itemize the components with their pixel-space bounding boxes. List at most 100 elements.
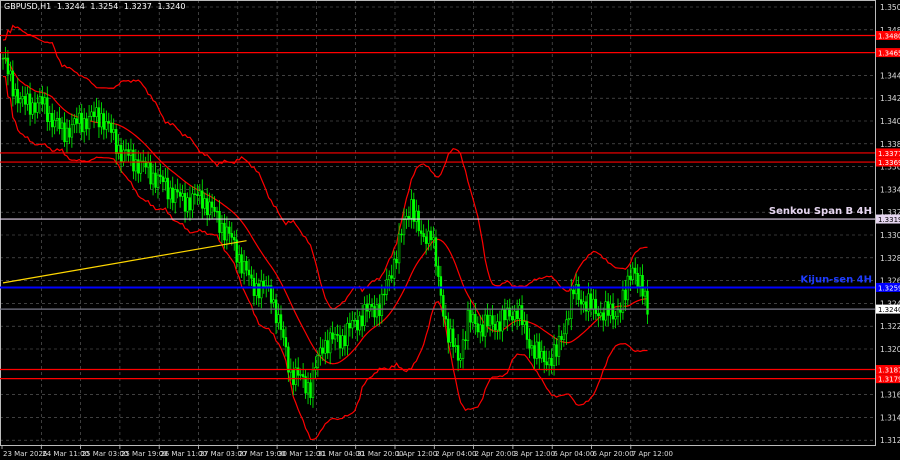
candle-body <box>326 340 329 354</box>
candle-body <box>166 177 170 200</box>
y-tick-label: 1.3505 <box>880 3 900 12</box>
candle-body <box>474 314 477 325</box>
candle-body <box>589 293 593 310</box>
candle-body <box>643 290 647 297</box>
candle-body <box>75 118 79 124</box>
candle-body <box>466 309 470 341</box>
symbol-label: GBPUSD,H1 <box>4 2 52 11</box>
candle-body <box>274 299 278 324</box>
candle-body <box>356 319 359 331</box>
candle-body <box>301 374 305 377</box>
candle-body <box>479 324 482 333</box>
candle-body <box>449 328 452 343</box>
candle-body <box>392 258 396 279</box>
candle-body <box>311 369 315 398</box>
candle-body <box>80 112 83 133</box>
candle-body <box>73 118 76 126</box>
candle-body <box>498 321 502 332</box>
candle-body <box>368 304 371 312</box>
candle-body <box>92 111 96 118</box>
candle-body <box>451 328 455 348</box>
candle-body <box>6 57 10 75</box>
candle-body <box>493 323 497 331</box>
candle-body <box>476 323 479 333</box>
candle-body <box>105 121 108 130</box>
candle-body <box>247 269 251 276</box>
candle-body <box>33 102 37 113</box>
candle-body <box>557 336 561 357</box>
candle-body <box>107 121 110 124</box>
candle-body <box>321 347 324 354</box>
candle-body <box>550 357 553 366</box>
candle-body <box>171 187 174 203</box>
candle-body <box>188 197 192 211</box>
candle-body <box>616 309 620 317</box>
candle-body <box>284 337 288 348</box>
candle-body <box>631 267 634 280</box>
candle-body <box>82 118 86 133</box>
candle-body <box>100 113 103 128</box>
candle-body <box>181 193 184 197</box>
candle-body <box>41 96 44 105</box>
candle-body <box>592 298 595 310</box>
candle-body <box>390 275 393 279</box>
candle-body <box>511 315 514 321</box>
candle-body <box>407 215 411 219</box>
candle-body <box>306 382 310 394</box>
candle-body <box>464 339 467 341</box>
candle-body <box>629 275 632 280</box>
candle-body <box>579 299 583 305</box>
candle-body <box>481 324 484 337</box>
low-value: 1.3237 <box>123 2 152 11</box>
y-tick-label: 1.3385 <box>880 140 900 149</box>
candle-body <box>331 332 334 340</box>
middle-band-line <box>2 57 648 365</box>
candle-body <box>614 316 617 320</box>
candle-body <box>434 237 438 267</box>
candle-body <box>316 355 320 368</box>
candle-body <box>53 119 56 128</box>
candle-body <box>469 309 472 323</box>
candle-body <box>223 222 226 241</box>
x-tick-label: 1 Apr 12:00 <box>396 450 437 458</box>
candle-body <box>282 329 285 338</box>
candle-body <box>11 70 15 97</box>
y-tick-label: 1.3225 <box>880 322 900 331</box>
candle-body <box>191 193 194 211</box>
candle-body <box>604 301 607 321</box>
price-chart[interactable]: 1.35051.34851.34451.34251.34051.33851.33… <box>0 0 900 460</box>
candle-body <box>410 199 413 219</box>
candle-body <box>520 305 524 326</box>
candle-body <box>90 111 93 117</box>
candle-body <box>114 129 118 154</box>
candle-body <box>574 284 578 295</box>
candle-body <box>43 97 47 105</box>
candle-body <box>14 89 17 97</box>
candle-body <box>456 345 460 361</box>
candle-body <box>21 96 24 100</box>
level-price-label: 1.3179 <box>878 376 900 384</box>
candle-body <box>38 96 42 104</box>
candle-body <box>560 336 563 340</box>
level-price-label: 1.3377 <box>878 150 900 158</box>
candle-body <box>619 309 622 313</box>
y-tick-label: 1.3125 <box>880 436 900 445</box>
candle-body <box>65 127 69 143</box>
candle-body <box>230 233 233 238</box>
candle-body <box>235 239 238 263</box>
candle-body <box>63 122 66 143</box>
x-tick-label: 6 Apr 04:00 <box>553 450 594 458</box>
candle-body <box>597 313 600 317</box>
candle-body <box>439 276 443 296</box>
level-price-label: 1.3319 <box>878 216 900 224</box>
candle-body <box>535 341 539 359</box>
candle-body <box>402 219 406 236</box>
candle-body <box>415 210 418 222</box>
candle-body <box>19 98 22 104</box>
candle-body <box>255 283 258 296</box>
candle-body <box>488 315 492 327</box>
level-label: Senkou Span B 4H <box>769 206 872 217</box>
candle-body <box>294 367 297 385</box>
candle-body <box>1 57 5 60</box>
candle-body <box>348 322 352 329</box>
